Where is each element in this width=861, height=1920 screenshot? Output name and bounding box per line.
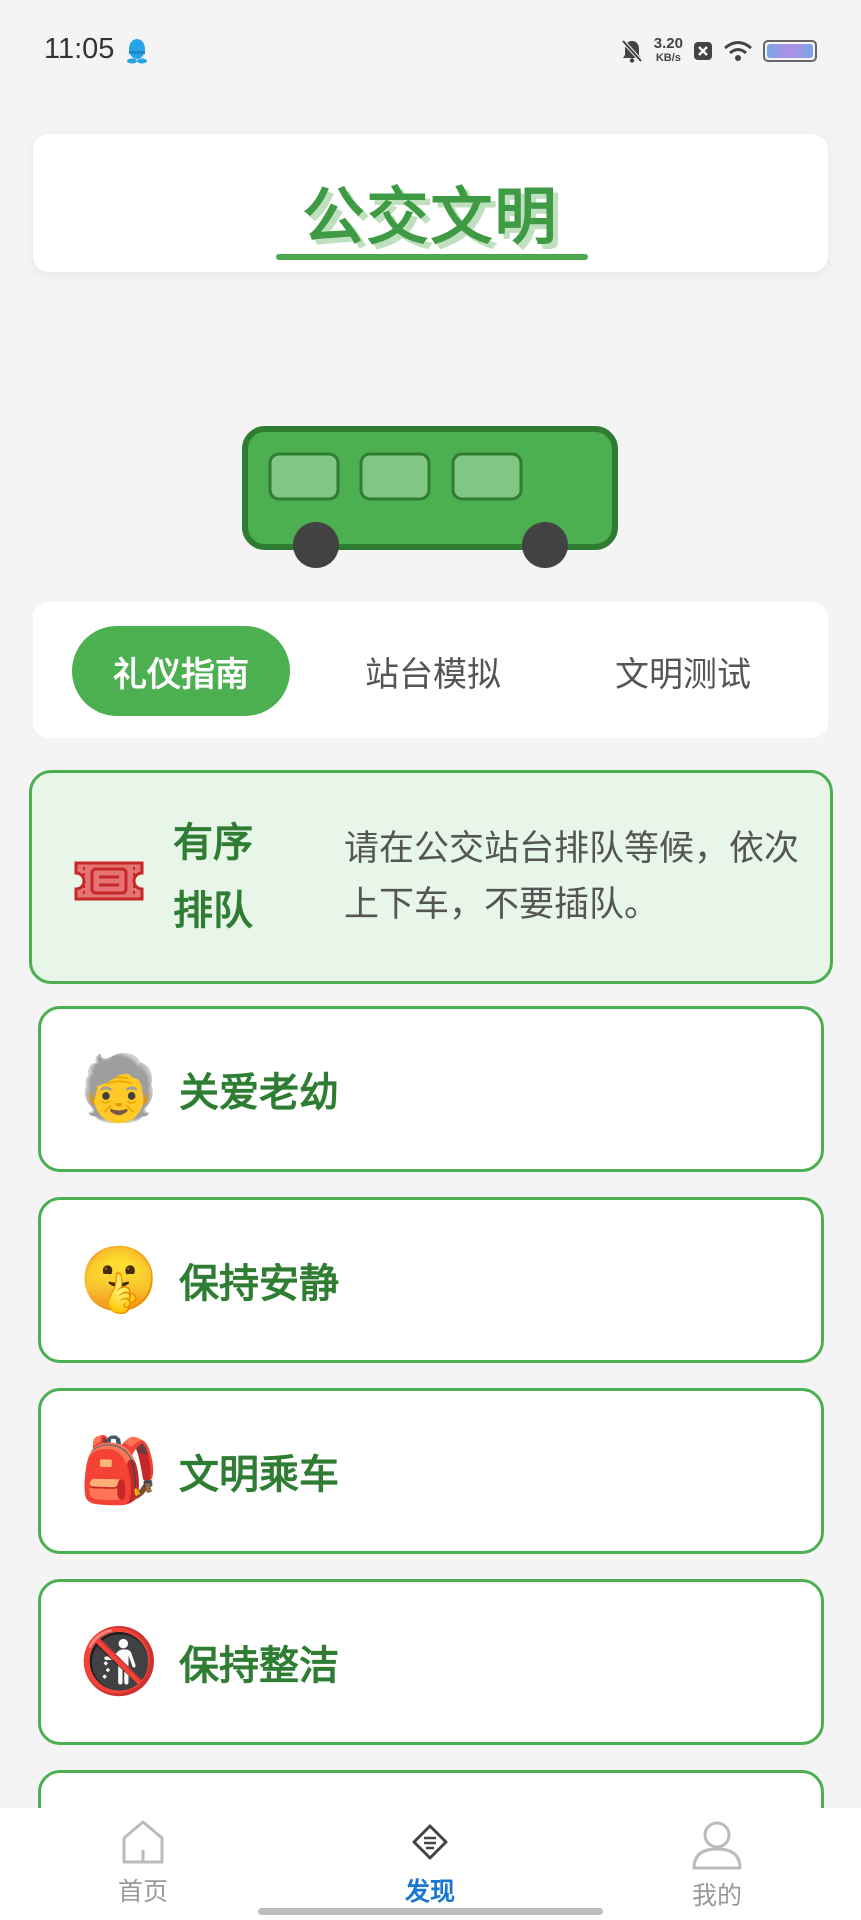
etiquette-card-keep-clean[interactable]: 🚯 保持整洁: [38, 1579, 824, 1745]
ticket-icon: [74, 861, 144, 901]
card-label-queue: 有序排队: [173, 820, 253, 934]
card-label-keep-clean: 保持整洁: [179, 1643, 339, 1689]
card-label-civil-riding: 文明乘车: [179, 1452, 339, 1498]
speed-value: 3.20: [653, 35, 683, 52]
tab-etiquette-guide[interactable]: 礼仪指南: [72, 626, 290, 716]
status-bar: 11:05 3.20 KB/s: [0, 0, 861, 100]
tab-bar: 礼仪指南 站台模拟 文明测试: [33, 602, 828, 738]
header-card: 公交文明: [33, 134, 828, 272]
card-description-queue: 请在公交站台排队等候，依次上下车，不要插队。: [344, 829, 800, 925]
app-screen: 11:05 3.20 KB/s 公交文明 礼仪指南 站台模拟 文明测试 有序排队…: [0, 0, 861, 1920]
bottom-nav: 首页 发现 我的: [0, 1808, 861, 1920]
card-label-care-elderly: 关爱老幼: [179, 1070, 339, 1116]
card-label-keep-quiet: 保持安静: [179, 1261, 339, 1307]
qq-penguin-icon: [127, 39, 147, 64]
nav-home-label: 首页: [117, 1877, 168, 1906]
nav-mine[interactable]: 我的: [647, 1818, 787, 1918]
battery-level: [767, 44, 813, 58]
etiquette-card-queue[interactable]: 有序排队 请在公交站台排队等候，依次上下车，不要插队。: [29, 770, 833, 984]
speed-unit: KB/s: [655, 52, 681, 64]
tab-civility-test[interactable]: 文明测试: [583, 626, 783, 716]
status-time: 11:05: [44, 33, 115, 65]
etiquette-card-civil-riding[interactable]: 🎒 文明乘车: [38, 1388, 824, 1554]
x-box-icon: [694, 42, 712, 60]
no-littering-icon: 🚯: [79, 1625, 159, 1699]
bus-illustration: [242, 426, 618, 568]
mute-bell-icon: [621, 39, 643, 63]
etiquette-card-care-elderly[interactable]: 🧓 关爱老幼: [38, 1006, 824, 1172]
wifi-icon: [724, 41, 752, 61]
tab-station-simulation[interactable]: 站台模拟: [333, 626, 533, 716]
status-icons: 3.20 KB/s: [620, 34, 817, 68]
nav-home[interactable]: 首页: [73, 1818, 213, 1918]
network-speed: 3.20 KB/s: [653, 35, 683, 65]
older-person-icon: 🧓: [79, 1052, 159, 1126]
shushing-face-icon: 🤫: [79, 1243, 159, 1317]
page-title: 公交文明: [302, 180, 559, 253]
user-icon: [692, 1821, 742, 1870]
nav-discover-label: 发现: [404, 1877, 455, 1906]
nav-mine-label: 我的: [691, 1881, 742, 1910]
battery-icon: [763, 40, 817, 62]
etiquette-card-keep-quiet[interactable]: 🤫 保持安静: [38, 1197, 824, 1363]
discover-icon: [412, 1824, 448, 1860]
home-indicator[interactable]: [258, 1908, 603, 1915]
backpack-icon: 🎒: [79, 1434, 159, 1508]
title-underline: [276, 254, 588, 260]
nav-discover[interactable]: 发现: [360, 1818, 500, 1918]
home-icon: [122, 1820, 164, 1864]
